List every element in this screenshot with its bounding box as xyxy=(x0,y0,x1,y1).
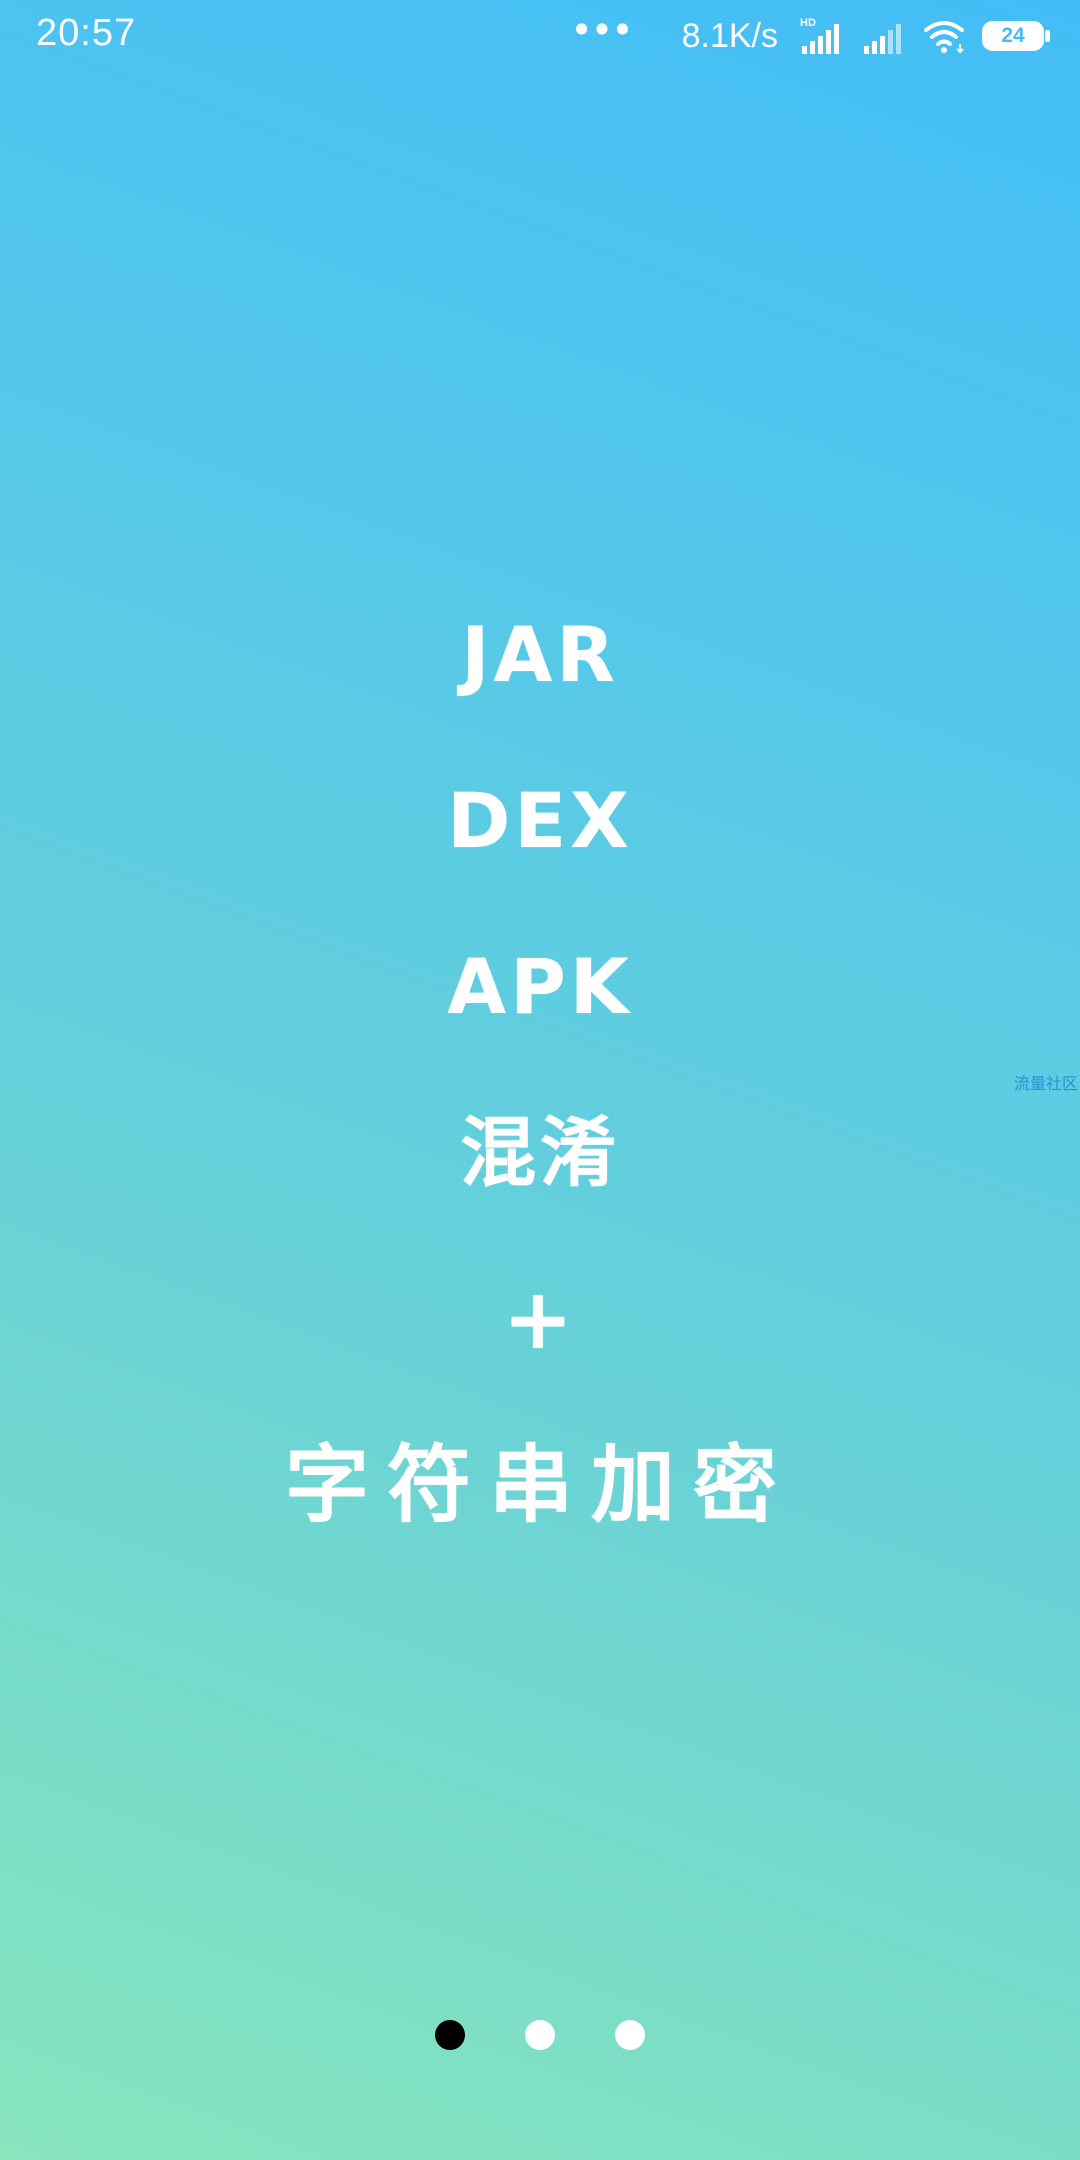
slogan-line-jar: JAR xyxy=(461,610,619,699)
slogan-line-plus: + xyxy=(502,1270,578,1368)
page-indicator xyxy=(0,2020,1080,2050)
onboarding-slogan: JAR DEX APK 混淆 + 字符串加密 xyxy=(0,600,1080,1596)
signal-hd-icon: HD xyxy=(800,16,846,56)
status-bar: 20:57 ••• 8.1K/s HD 24 xyxy=(0,0,1080,72)
slogan-line-string-encrypt: 字符串加密 xyxy=(284,1436,795,1534)
page-dot-1[interactable] xyxy=(435,2020,465,2050)
slogan-line-dex: DEX xyxy=(447,776,633,865)
watermark-text: 流量社区 xyxy=(1013,1074,1078,1093)
slogan-line-apk: APK xyxy=(447,942,633,1031)
slogan-line-obfuscate: 混淆 xyxy=(460,1108,620,1197)
network-speed: 8.1K/s xyxy=(681,16,778,55)
page-dot-2[interactable] xyxy=(525,2020,555,2050)
status-icons: ••• 8.1K/s HD 24 xyxy=(570,8,1052,58)
signal-hd-label: HD xyxy=(800,17,816,29)
more-dots-icon: ••• xyxy=(570,8,633,52)
page-dot-3[interactable] xyxy=(615,2020,645,2050)
status-time: 20:57 xyxy=(36,12,137,54)
battery-level: 24 xyxy=(1001,24,1025,47)
battery-icon: 24 xyxy=(982,21,1052,51)
signal-icon xyxy=(862,16,906,56)
wifi-icon xyxy=(922,18,966,54)
